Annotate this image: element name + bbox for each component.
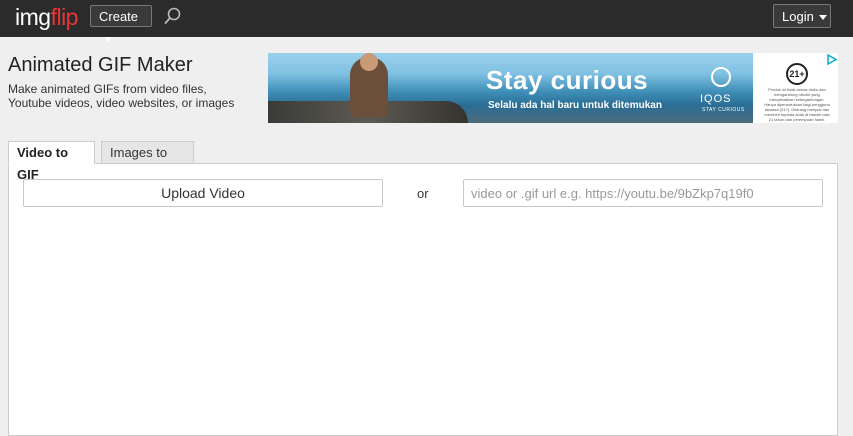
ad-brand-slogan: STAY CURIOUS (702, 107, 745, 113)
logo-text-flip: flip (50, 4, 79, 30)
adchoices-icon[interactable] (826, 54, 837, 65)
search-icon[interactable] (164, 7, 181, 25)
ad-health-warning: Produk ini tidak bebas risiko dan mengan… (764, 87, 830, 122)
or-separator: or (417, 186, 429, 201)
chevron-down-icon (818, 15, 827, 21)
imgflip-logo[interactable]: imgflip (15, 3, 78, 31)
login-button[interactable]: Login (773, 4, 831, 28)
chevron-down-icon (104, 37, 112, 43)
page-title: Animated GIF Maker (8, 54, 193, 76)
ad-headline: Stay curious (486, 65, 649, 95)
ad-brand-name: IQOS (700, 93, 732, 105)
ad-person-head (360, 53, 378, 71)
tab-images-to-gif[interactable]: Images to GIF (101, 141, 194, 182)
create-button-label: Create (99, 9, 139, 24)
video-url-input[interactable] (463, 179, 823, 207)
create-menu-button[interactable]: Create (90, 5, 152, 43)
top-navbar: imgflip Create Login (0, 0, 853, 43)
advertisement-banner[interactable]: Stay curious Selalu ada hal baru untuk d… (268, 53, 838, 123)
upload-video-button[interactable]: Upload Video (23, 179, 383, 207)
login-button-label: Login (782, 9, 814, 24)
logo-text-img: img (15, 4, 51, 30)
ad-tagline: Selalu ada hal baru untuk ditemukan (488, 100, 662, 111)
brand-logo-icon (711, 67, 731, 87)
age-restriction-badge: 21+ (786, 63, 808, 85)
page-subtitle: Make animated GIFs from video files, You… (8, 82, 235, 110)
tab-video-to-gif[interactable]: Video to GIF (8, 141, 95, 182)
